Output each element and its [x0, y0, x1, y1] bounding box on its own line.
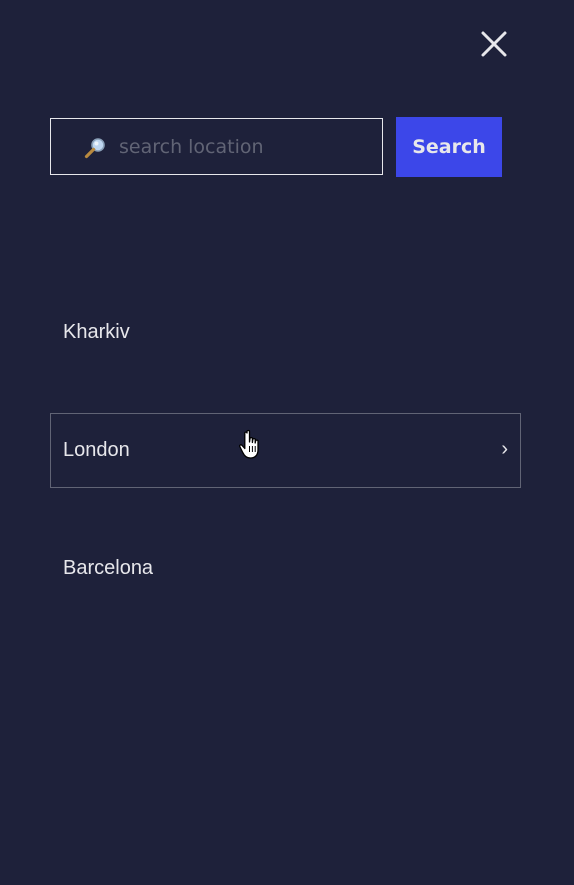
- chevron-right-icon: ›: [501, 438, 508, 460]
- search-input[interactable]: [119, 119, 374, 174]
- location-item-london[interactable]: London ›: [50, 413, 521, 488]
- search-drawer: Search Kharkiv London › Barcelona: [0, 0, 574, 885]
- location-item-barcelona[interactable]: Barcelona: [50, 531, 521, 606]
- search-button[interactable]: Search: [396, 117, 502, 177]
- search-form: Search: [50, 117, 502, 177]
- location-label: Barcelona: [63, 557, 154, 579]
- location-item-kharkiv[interactable]: Kharkiv: [50, 295, 521, 370]
- location-list: Kharkiv London › Barcelona: [50, 295, 521, 649]
- close-button[interactable]: [478, 28, 510, 60]
- location-label: Kharkiv: [63, 321, 130, 343]
- close-icon: [481, 31, 507, 57]
- location-label: London: [63, 439, 130, 461]
- search-field[interactable]: [50, 118, 383, 175]
- magnifier-icon: [84, 138, 105, 159]
